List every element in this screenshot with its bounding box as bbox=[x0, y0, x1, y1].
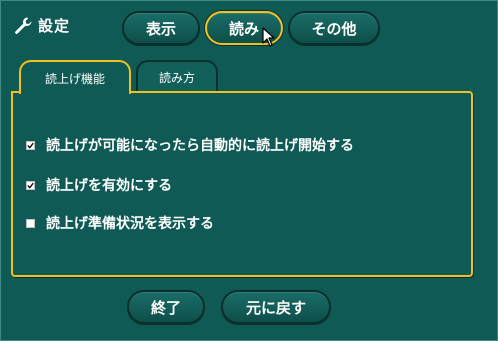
wrench-icon bbox=[13, 16, 33, 36]
page-title: 設定 bbox=[38, 17, 71, 35]
subtab-speech-function[interactable]: 読上げ機能 bbox=[19, 60, 131, 94]
revert-button[interactable]: 元に戻す bbox=[221, 290, 331, 324]
window-title-area: 設定 bbox=[13, 15, 70, 36]
settings-window: 設定 表示 読み その他 読み方 読上げ機能 読上げが可能になったら自動的に読上… bbox=[0, 0, 498, 341]
tab-display[interactable]: 表示 bbox=[122, 11, 200, 45]
subtab-reading-style[interactable]: 読み方 bbox=[136, 60, 218, 92]
tab-other[interactable]: その他 bbox=[288, 11, 380, 45]
options-panel bbox=[11, 91, 473, 277]
close-button[interactable]: 終了 bbox=[127, 290, 205, 324]
mouse-pointer-icon bbox=[262, 27, 275, 47]
